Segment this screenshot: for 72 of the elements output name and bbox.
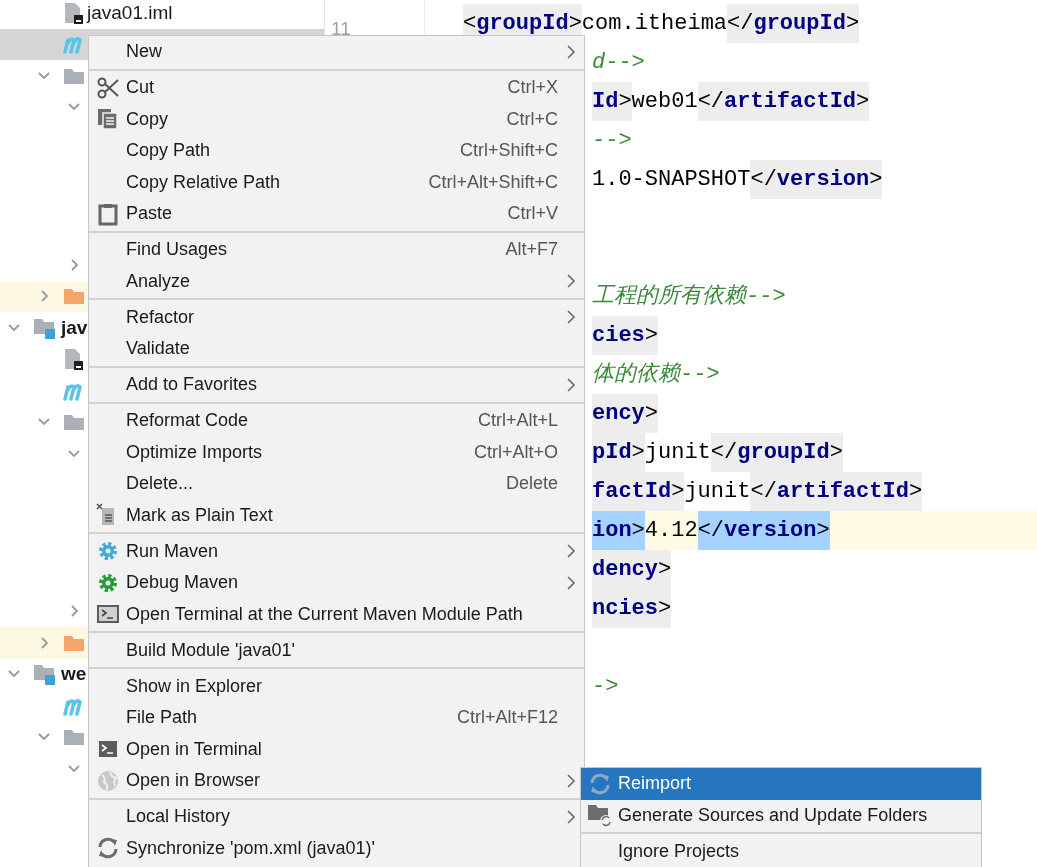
- scissors-icon: [95, 75, 120, 100]
- menu-item[interactable]: Cut Ctrl+X: [89, 72, 584, 104]
- shortcut-label: Delete: [505, 472, 558, 496]
- menu-item[interactable]: Show in Explorer: [89, 670, 584, 702]
- menu-item[interactable]: Find Usages Alt+F7: [89, 234, 584, 266]
- chevron-right-icon: [566, 376, 576, 393]
- menu-item[interactable]: Open in Terminal: [89, 733, 584, 765]
- chevron-right-icon: [566, 543, 576, 560]
- shortcut-label: Ctrl+Alt+O: [473, 440, 558, 464]
- folder-icon: [62, 286, 86, 307]
- menu-item[interactable]: Debug Maven: [89, 567, 584, 599]
- menu-item[interactable]: Ignore Projects: [581, 835, 981, 867]
- menu-item[interactable]: Local History: [89, 801, 584, 833]
- folder-icon: [62, 412, 86, 433]
- menu-item[interactable]: File Path Ctrl+Alt+F12: [89, 702, 584, 734]
- menu-item[interactable]: Analyze: [89, 265, 584, 297]
- menu-item[interactable]: Reformat Code Ctrl+Alt+L: [89, 405, 584, 437]
- folder-refresh-icon: [586, 802, 613, 829]
- shortcut-label: Ctrl+C: [506, 107, 558, 131]
- shortcut-label: Ctrl+Alt+L: [477, 409, 558, 433]
- shortcut-label: Alt+F7: [505, 238, 558, 262]
- code-line: Id>web01</artifactId>: [592, 82, 1037, 121]
- chevron-right-icon: [566, 273, 576, 290]
- menu-item[interactable]: Optimize Imports Ctrl+Alt+O: [89, 436, 584, 468]
- chevron-right-icon: [566, 574, 576, 591]
- code-line: ->: [592, 673, 620, 701]
- globe-icon: [95, 768, 120, 793]
- menu-item[interactable]: Run Maven: [89, 535, 584, 567]
- folder-icon: [62, 727, 86, 748]
- terminal-icon: [95, 603, 120, 626]
- code-line: ncies>: [592, 589, 1037, 628]
- menu-item[interactable]: Build Module 'java01': [89, 634, 584, 666]
- menu-item[interactable]: Reimport: [581, 768, 981, 800]
- menu-item[interactable]: Validate: [89, 333, 584, 365]
- menu-item[interactable]: Add to Favorites: [89, 369, 584, 401]
- shortcut-label: Ctrl+Alt+F12: [456, 706, 558, 730]
- code-line: pId>junit</groupId>: [592, 433, 1037, 472]
- gear-icon: [96, 540, 119, 563]
- code-line: cies>: [592, 316, 1037, 355]
- tree-item-label[interactable]: we: [61, 660, 87, 689]
- menu-item[interactable]: Mark as Plain Text: [89, 499, 584, 531]
- menu-item[interactable]: Paste Ctrl+V: [89, 198, 584, 230]
- menu-item[interactable]: Refactor: [89, 301, 584, 333]
- menu-item[interactable]: Generate Sources and Update Folders: [581, 799, 981, 831]
- shortcut-label: Ctrl+X: [507, 76, 558, 100]
- chevron-right-icon: [566, 772, 576, 789]
- code-line: d-->: [592, 49, 646, 77]
- menu-item[interactable]: Delete... Delete: [89, 468, 584, 500]
- chevron-right-icon: [566, 808, 576, 825]
- code-line: dency>: [592, 550, 1037, 589]
- code-line: 1.0-SNAPSHOT</version>: [592, 160, 1037, 199]
- code-line: 工程的所有依赖-->: [592, 283, 787, 311]
- menu-item[interactable]: Copy Relative Path Ctrl+Alt+Shift+C: [89, 166, 584, 198]
- gear-icon: [96, 571, 119, 594]
- tree-item-label[interactable]: jav: [61, 313, 88, 342]
- chevron-right-icon: [566, 309, 576, 326]
- menu-item[interactable]: Open Terminal at the Current Maven Module Path: [89, 598, 584, 630]
- module-folder-icon: [32, 662, 58, 687]
- menu-item[interactable]: Synchronize 'pom.xml (java01)': [89, 832, 584, 864]
- code-line: factId>junit</artifactId>: [592, 472, 1037, 511]
- code-line: ency>: [592, 394, 1037, 433]
- file-icon: [62, 347, 84, 372]
- code-line: 体的依赖-->: [592, 361, 721, 389]
- menu-item[interactable]: Copy Path Ctrl+Shift+C: [89, 135, 584, 167]
- copy-icon: [95, 107, 120, 132]
- shortcut-label: Ctrl+V: [507, 202, 558, 226]
- tree-item-label[interactable]: java01.iml: [87, 0, 173, 27]
- chevron-right-icon: [566, 43, 576, 60]
- shortcut-label: Ctrl+Alt+Shift+C: [428, 170, 558, 194]
- code-line: -->: [592, 127, 633, 155]
- menu-item[interactable]: Copy Ctrl+C: [89, 103, 584, 135]
- shortcut-label: Ctrl+Shift+C: [459, 139, 558, 163]
